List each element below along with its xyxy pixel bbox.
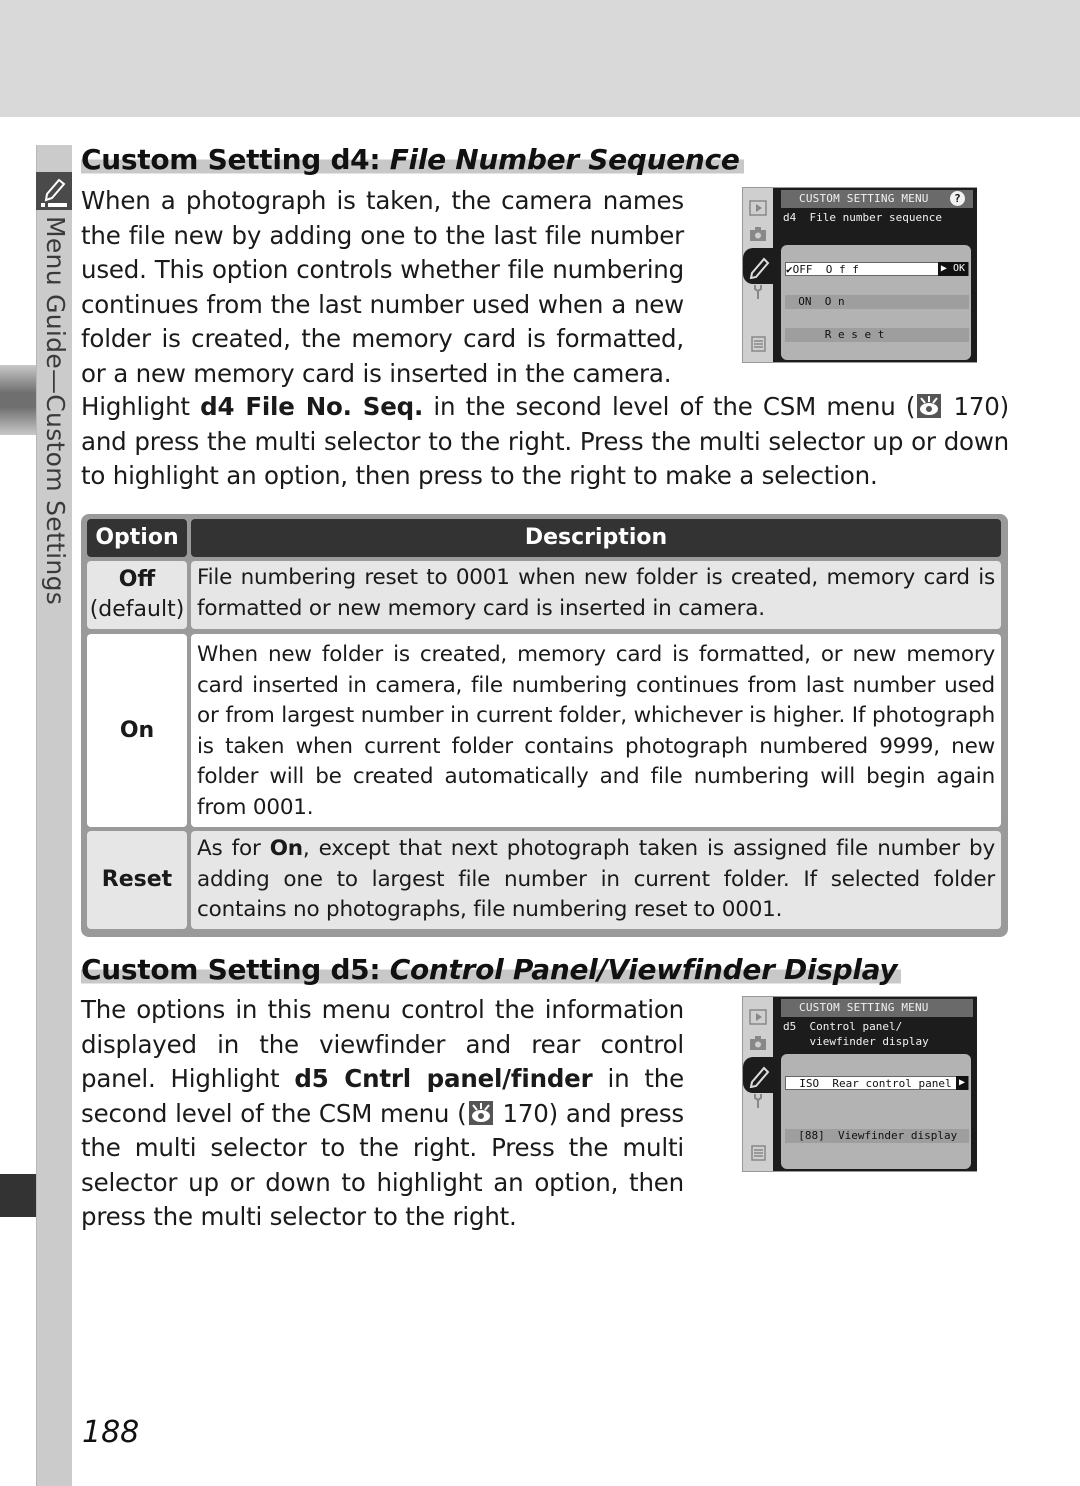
table-header-description: Description [191, 519, 1001, 557]
text: in the second level of the CSM menu ( [423, 392, 916, 421]
options-panel: ISO Rear control panel ▶ [88] Viewfinder … [781, 1054, 971, 1169]
section-side-label: Menu Guide—Custom Settings [41, 216, 70, 606]
page-reference-icon [468, 1100, 493, 1125]
text-bold: On [269, 836, 303, 861]
title-prefix: Custom Setting d5: [81, 953, 390, 986]
camera-icon [750, 1036, 766, 1050]
page-number: 188 [82, 1415, 140, 1450]
table-row-reset-option: Reset [87, 831, 187, 929]
screen-option-on[interactable]: ON O n [785, 295, 969, 309]
custom-settings-tab [743, 1057, 777, 1093]
chapter-thumb-tab [0, 365, 36, 435]
section-icon-box [36, 172, 72, 210]
d5-paragraph: The options in this menu control the inf… [81, 993, 684, 1235]
text: As for [197, 836, 270, 861]
screen-option-off[interactable]: ✔OFF O f f ▶ OK [785, 262, 969, 276]
eye-icon [471, 1102, 490, 1122]
text: Highlight [81, 392, 201, 421]
screen-option-rear-control-panel[interactable]: ISO Rear control panel ▶ [785, 1076, 969, 1090]
screen-header-text: CUSTOM SETTING MENU [799, 192, 929, 205]
option-name: Off [118, 567, 156, 592]
text: , except that next photograph taken is a… [197, 836, 995, 922]
section-title-d4: Custom Setting d4: File Number Sequence [81, 143, 744, 176]
section-title-d5: Custom Setting d5: Control Panel/Viewfin… [81, 953, 902, 986]
table-row-reset-description: As for On, except that next photograph t… [191, 831, 1001, 929]
wrench-icon [754, 1094, 762, 1108]
screen-option-viewfinder-display[interactable]: [88] Viewfinder display [785, 1129, 969, 1143]
table-row-on-description: When new folder is created, memory card … [191, 634, 1001, 827]
screen-subtitle: d4 File number sequence [783, 211, 942, 224]
recent-settings-icon [751, 1145, 766, 1161]
options-table: Option Description Off (default) File nu… [81, 514, 1008, 937]
page-reference-icon [917, 394, 942, 418]
custom-settings-tab [743, 248, 777, 284]
d4-instructions-paragraph: Highlight d4 File No. Seq. in the second… [81, 390, 1009, 494]
pencil-icon [41, 178, 67, 207]
title-italic: File Number Sequence [389, 143, 740, 176]
camera-screen-d5: CUSTOM SETTING MENU d5 Control panel/ vi… [742, 996, 977, 1172]
ok-arrow: ▶ OK [937, 262, 968, 276]
option-label: ✔OFF O f f [786, 263, 859, 276]
option-label: ISO Rear control panel [786, 1077, 952, 1090]
playback-icon [749, 200, 767, 216]
title-prefix: Custom Setting d4: [81, 143, 390, 176]
screen-header: CUSTOM SETTING MENU? [781, 190, 973, 208]
pencil-icon [749, 257, 770, 279]
pencil-icon [749, 1066, 770, 1088]
table-row-on-option: On [87, 634, 187, 827]
option-name: Reset [101, 867, 173, 892]
options-panel: ✔OFF O f f ▶ OK ON O n R e s e t [781, 245, 971, 360]
screen-subtitle: d5 Control panel/ viewfinder display [783, 1020, 929, 1048]
header-band [0, 0, 1080, 117]
eye-icon [920, 396, 939, 415]
arrow-right-icon: ▶ [955, 1076, 968, 1090]
wrench-icon [754, 285, 762, 299]
option-name: On [119, 717, 155, 743]
help-icon: ? [950, 191, 965, 206]
menu-item-name: d4 File No. Seq. [200, 392, 424, 421]
menu-item-name: d5 Cntrl panel/finder [294, 1064, 593, 1093]
screen-header: CUSTOM SETTING MENU [781, 999, 973, 1017]
table-row-off-option: Off (default) [87, 561, 187, 629]
option-note: (default) [89, 597, 185, 622]
chapter-thumb-tab-dark [0, 1174, 36, 1217]
camera-icon [750, 227, 766, 241]
camera-screen-d4: CUSTOM SETTING MENU? d4 File number sequ… [742, 187, 977, 363]
screen-option-reset[interactable]: R e s e t [785, 328, 969, 342]
recent-settings-icon [751, 336, 766, 352]
playback-icon [749, 1009, 767, 1025]
d4-intro-paragraph: When a photograph is taken, the camera n… [81, 186, 684, 388]
screen-main: CUSTOM SETTING MENU d5 Control panel/ vi… [773, 997, 977, 1171]
title-italic: Control Panel/Viewfinder Display [389, 953, 898, 986]
screen-main: CUSTOM SETTING MENU? d4 File number sequ… [773, 188, 977, 362]
table-header-option: Option [87, 519, 187, 557]
table-row-off-description: File numbering reset to 0001 when new fo… [191, 561, 1001, 629]
